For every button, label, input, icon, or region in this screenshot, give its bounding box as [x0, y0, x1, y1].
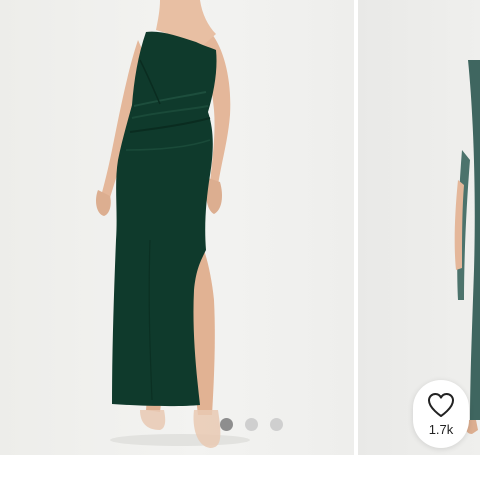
pagination-dot-1[interactable]	[220, 418, 233, 431]
pagination-dot-3[interactable]	[270, 418, 283, 431]
favorite-count: 1.7k	[428, 421, 454, 437]
product-image-main[interactable]	[0, 0, 354, 455]
page-bottom-area	[0, 455, 480, 480]
carousel-pagination	[220, 418, 283, 431]
model-photo	[96, 0, 250, 448]
product-image-carousel[interactable]	[0, 0, 480, 455]
favorite-button[interactable]: 1.7k	[413, 380, 469, 448]
heart-outline-icon	[428, 392, 454, 417]
product-image-next[interactable]	[358, 0, 480, 455]
pagination-dot-2[interactable]	[245, 418, 258, 431]
model-photo-alt	[454, 60, 480, 434]
